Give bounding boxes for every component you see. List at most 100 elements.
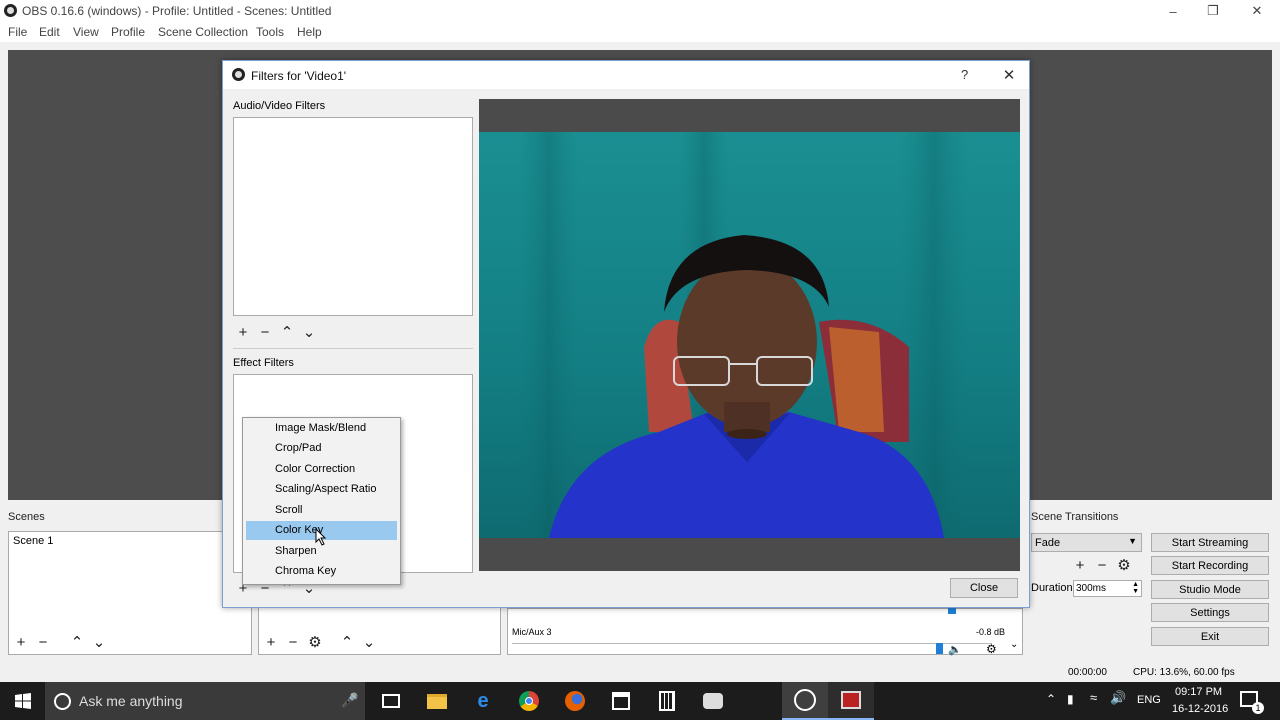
calculator-button[interactable]: [644, 682, 690, 720]
add-icon[interactable]: +: [264, 634, 278, 651]
file-explorer-button[interactable]: [414, 682, 460, 720]
spin-arrows-icon[interactable]: ▲ ▼: [1132, 581, 1139, 595]
store-button[interactable]: [598, 682, 644, 720]
gear-icon[interactable]: ⚙: [986, 642, 997, 656]
menu-item-scroll[interactable]: Scroll: [246, 501, 397, 520]
settings-button[interactable]: Settings: [1151, 603, 1269, 622]
store-icon: [612, 692, 630, 710]
app-button[interactable]: [690, 682, 736, 720]
exit-button[interactable]: Exit: [1151, 627, 1269, 646]
divider: [233, 348, 473, 349]
transitions-dock-title: Scene Transitions: [1031, 511, 1119, 523]
av-filters-list[interactable]: [233, 117, 473, 316]
battery-icon[interactable]: ▮: [1067, 692, 1074, 706]
move-up-icon[interactable]: ⌃: [280, 323, 294, 341]
effect-filters-label: Effect Filters: [233, 357, 294, 369]
menu-item-scaling[interactable]: Scaling/Aspect Ratio: [246, 480, 397, 499]
dialog-title: Filters for 'Video1': [251, 69, 347, 83]
duration-spinbox[interactable]: 300ms ▲ ▼: [1073, 580, 1142, 597]
search-box[interactable]: Ask me anything 🎤: [45, 682, 365, 720]
folder-icon: [427, 693, 447, 709]
firefox-button[interactable]: [552, 682, 598, 720]
menu-help[interactable]: Help: [297, 25, 322, 39]
move-up-icon[interactable]: ⌃: [70, 633, 84, 651]
language-indicator[interactable]: ENG: [1137, 694, 1161, 706]
restore-button[interactable]: ❐: [1190, 0, 1236, 22]
chevron-down-icon: ▼: [1128, 536, 1137, 546]
volume-slider-handle[interactable]: [936, 643, 943, 654]
remove-icon[interactable]: −: [36, 634, 50, 651]
obs-icon: [794, 689, 816, 711]
task-view-button[interactable]: [368, 682, 414, 720]
start-button[interactable]: [0, 682, 46, 720]
gear-icon[interactable]: ⚙: [308, 633, 322, 651]
start-streaming-button[interactable]: Start Streaming: [1151, 533, 1269, 552]
close-button[interactable]: Close: [950, 578, 1018, 598]
dialog-close-button[interactable]: ✕: [998, 64, 1020, 86]
windows-icon: [15, 693, 31, 709]
edge-button[interactable]: e: [460, 682, 506, 720]
list-item[interactable]: Scene 1: [9, 532, 223, 550]
audio-mixer: Mic/Aux 3 -0.8 dB 🔈 ⚙ ⌄: [507, 605, 1023, 656]
obs-logo-icon: [4, 4, 17, 17]
move-down-icon[interactable]: ⌄: [362, 633, 376, 651]
mouse-cursor-icon: [315, 528, 327, 546]
status-cpu: CPU: 13.6%, 60.00 fps: [1133, 667, 1235, 678]
duration-label: Duration: [1031, 582, 1073, 594]
menu-item-color-correction[interactable]: Color Correction: [246, 460, 397, 479]
move-down-icon[interactable]: ⌄: [302, 323, 316, 341]
move-down-icon[interactable]: ⌄: [92, 633, 106, 651]
recorder-taskbar-button[interactable]: [828, 682, 874, 720]
wifi-icon[interactable]: ≈: [1090, 690, 1097, 705]
speaker-icon[interactable]: 🔊: [1110, 690, 1126, 706]
av-filters-toolbar: + − ⌃ ⌄: [236, 323, 316, 342]
close-window-button[interactable]: ✕: [1234, 0, 1280, 22]
menu-profile[interactable]: Profile: [111, 25, 145, 39]
menu-view[interactable]: View: [73, 25, 99, 39]
clock-date[interactable]: 16-12-2016: [1172, 703, 1228, 715]
move-up-icon[interactable]: ⌃: [340, 633, 354, 651]
add-filter-menu: Image Mask/Blend Crop/Pad Color Correcti…: [242, 417, 401, 585]
filter-preview: [479, 99, 1020, 571]
chevron-up-icon[interactable]: ⌃: [1046, 692, 1056, 706]
edge-icon: e: [477, 689, 489, 712]
help-button[interactable]: ?: [961, 67, 968, 82]
remove-icon[interactable]: −: [1095, 557, 1109, 574]
recorder-icon: [841, 691, 861, 709]
task-view-icon: [382, 694, 400, 708]
add-icon[interactable]: +: [236, 324, 250, 341]
transitions-toolbar: + − ⚙: [1073, 556, 1131, 575]
menu-item-crop-pad[interactable]: Crop/Pad: [246, 439, 397, 458]
face: [677, 257, 817, 427]
calculator-icon: [659, 691, 675, 711]
obs-logo-icon: [232, 68, 245, 81]
add-icon[interactable]: +: [14, 634, 28, 651]
speaker-icon[interactable]: 🔈: [948, 643, 962, 656]
menu-tools[interactable]: Tools: [256, 25, 284, 39]
studio-mode-button[interactable]: Studio Mode: [1151, 580, 1269, 599]
start-recording-button[interactable]: Start Recording: [1151, 556, 1269, 575]
gear-icon[interactable]: ⚙: [1117, 556, 1131, 574]
minimize-icon: –: [1169, 3, 1177, 19]
menu-item-chroma-key[interactable]: Chroma Key: [246, 562, 397, 581]
status-time: 00:00:00: [1068, 667, 1107, 678]
chrome-button[interactable]: [506, 682, 552, 720]
cortana-icon: [54, 693, 71, 710]
transition-select[interactable]: Fade ▼: [1031, 533, 1142, 552]
remove-icon[interactable]: −: [258, 324, 272, 341]
clock-time[interactable]: 09:17 PM: [1175, 686, 1222, 698]
obs-taskbar-button[interactable]: [782, 682, 828, 720]
video-preview-image: [479, 132, 1020, 538]
menu-edit[interactable]: Edit: [39, 25, 60, 39]
menu-item-image-mask[interactable]: Image Mask/Blend: [246, 419, 397, 438]
menu-file[interactable]: File: [8, 25, 27, 39]
add-icon[interactable]: +: [1073, 557, 1087, 574]
chevron-down-icon[interactable]: ⌄: [1010, 639, 1018, 650]
window-title: OBS 0.16.6 (windows) - Profile: Untitled…: [22, 4, 332, 18]
menu-scene-collection[interactable]: Scene Collection: [158, 25, 248, 39]
volume-slider-track[interactable]: [512, 643, 992, 644]
microphone-icon[interactable]: 🎤: [341, 692, 358, 709]
remove-icon[interactable]: −: [286, 634, 300, 651]
close-icon: ✕: [1002, 67, 1016, 84]
wall-fold: [519, 132, 579, 538]
